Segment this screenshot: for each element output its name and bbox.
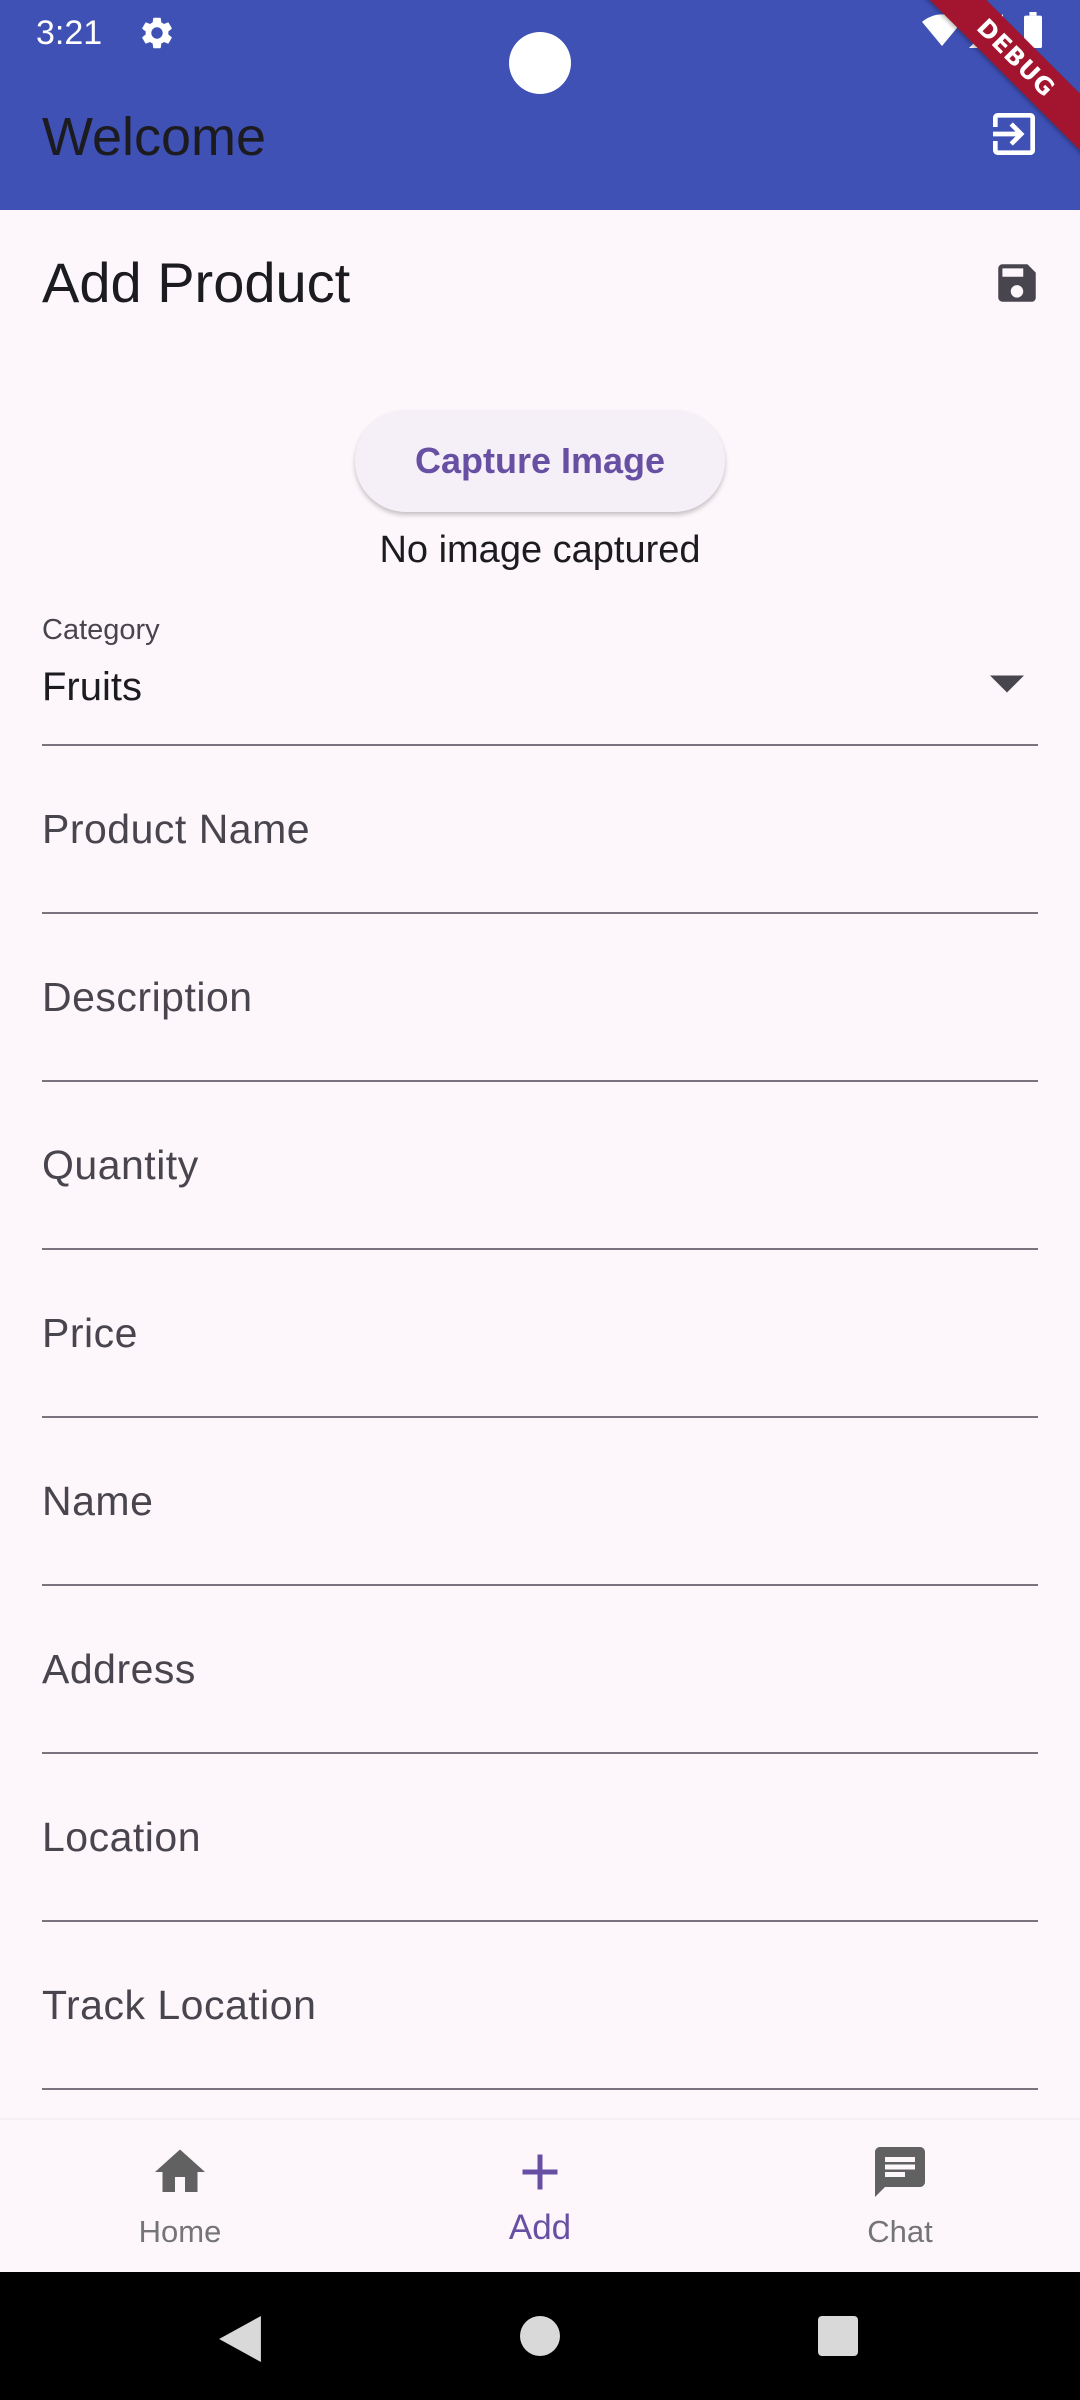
- back-icon[interactable]: [218, 2316, 262, 2362]
- product-name-label: Product Name: [42, 806, 311, 852]
- track-location-field[interactable]: Track Location: [42, 1922, 1038, 2090]
- name-label: Name: [42, 1478, 154, 1524]
- chat-icon: [875, 2147, 925, 2197]
- quantity-field[interactable]: Quantity: [42, 1082, 1038, 1250]
- category-label: Category: [42, 614, 160, 646]
- logout-icon[interactable]: [986, 106, 1042, 162]
- address-label: Address: [42, 1646, 196, 1692]
- nav-item-chat[interactable]: Chat: [720, 2120, 1080, 2272]
- bottom-navigation: Home Add Chat: [0, 2120, 1080, 2272]
- location-field[interactable]: Location: [42, 1754, 1038, 1922]
- status-time: 3:21: [36, 14, 103, 52]
- category-selected-value: Fruits: [42, 665, 142, 709]
- track-location-label: Track Location: [42, 1982, 317, 2028]
- capture-image-button[interactable]: Capture Image: [355, 410, 725, 512]
- quantity-label: Quantity: [42, 1142, 199, 1188]
- page-title: Add Product: [42, 251, 351, 314]
- price-label: Price: [42, 1310, 138, 1356]
- camera-cutout: [509, 32, 571, 94]
- image-status-text: No image captured: [379, 529, 701, 571]
- description-field[interactable]: Description: [42, 914, 1038, 1082]
- add-icon: [522, 2154, 558, 2190]
- address-field[interactable]: Address: [42, 1586, 1038, 1754]
- nav-item-add[interactable]: Add: [360, 2120, 720, 2272]
- nav-label-add: Add: [508, 2208, 572, 2247]
- home-circle-icon[interactable]: [520, 2316, 560, 2356]
- nav-label-chat: Chat: [867, 2214, 933, 2249]
- category-dropdown[interactable]: Category Fruits: [42, 610, 1038, 746]
- description-label: Description: [42, 974, 253, 1020]
- home-icon: [155, 2149, 205, 2192]
- price-field[interactable]: Price: [42, 1250, 1038, 1418]
- location-label: Location: [42, 1814, 202, 1860]
- name-field[interactable]: Name: [42, 1418, 1038, 1586]
- recents-icon[interactable]: [818, 2316, 858, 2356]
- system-navigation-bar: [0, 2272, 1080, 2400]
- settings-gear-icon: [142, 17, 172, 49]
- product-name-field[interactable]: Product Name: [42, 746, 1038, 914]
- save-icon[interactable]: [992, 258, 1042, 308]
- dropdown-arrow-icon: [990, 675, 1024, 693]
- nav-label-home: Home: [138, 2214, 222, 2249]
- app-bar: 3:21 Welcome DEBUG: [0, 0, 1080, 210]
- nav-item-home[interactable]: Home: [0, 2120, 360, 2272]
- app-bar-title: Welcome: [42, 107, 267, 167]
